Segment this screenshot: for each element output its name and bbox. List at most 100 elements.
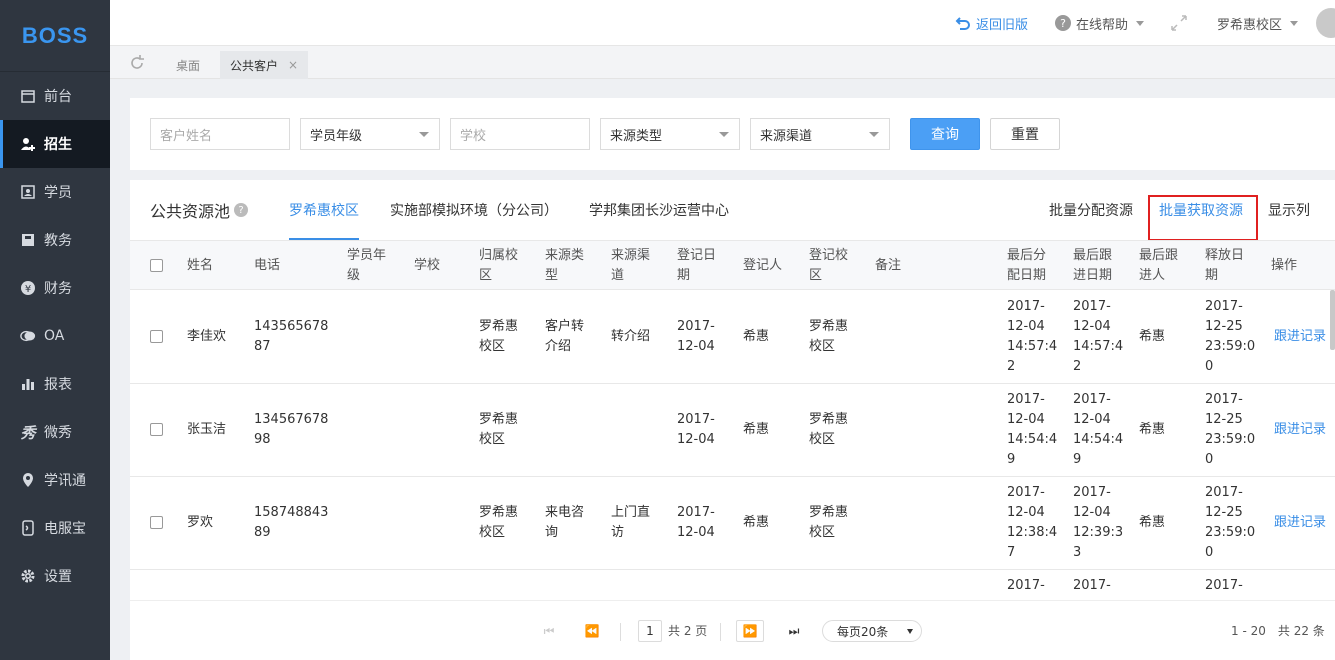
tab-changsha-center[interactable]: 学邦集团长沙运营中心 <box>589 180 729 240</box>
cell-line: 12-04 <box>677 524 715 540</box>
prev-page-icon[interactable]: ⏪ <box>578 620 606 642</box>
sidebar-item-10[interactable]: 设置 <box>0 552 110 600</box>
cell-phone: 143565678 87 <box>254 317 328 357</box>
col-campus-l1: 归属校 <box>479 248 519 263</box>
next-page-icon[interactable]: ⏩ <box>736 620 764 642</box>
source-type-select[interactable]: 来源类型 <box>600 118 740 150</box>
online-help-menu[interactable]: ? 在线帮助 <box>1055 0 1145 46</box>
col-campus-l2: 区 <box>479 268 493 283</box>
show-columns-button[interactable]: 显示列 <box>1268 180 1310 240</box>
cell-line: 14:57:4 <box>1073 338 1124 354</box>
cell-phone: 134567678 98 <box>254 410 328 450</box>
cell-line: 23:59:0 <box>1205 524 1256 540</box>
query-button[interactable]: 查询 <box>910 118 980 150</box>
campus-label: 罗希惠校区 <box>1217 17 1283 33</box>
col-registered-by[interactable]: 登记人 <box>743 256 782 276</box>
reset-button[interactable]: 重置 <box>990 118 1060 150</box>
select-all-checkbox[interactable] <box>150 259 163 272</box>
col-campus[interactable]: 归属校区 <box>479 246 518 286</box>
cell-line: 校区 <box>809 524 836 540</box>
col-register-date[interactable]: 登记日期 <box>677 246 716 286</box>
per-page-select[interactable]: 每页20条 <box>822 620 922 642</box>
col-register-campus[interactable]: 登记校区 <box>809 246 848 286</box>
cell-line: 2017- <box>1073 391 1111 407</box>
row-checkbox[interactable] <box>150 422 163 436</box>
page-input[interactable]: 1 <box>638 620 662 642</box>
cell-campus: 罗希惠 校区 <box>479 410 518 450</box>
source-channel-select[interactable]: 来源渠道 <box>750 118 890 150</box>
col-lfollow-l1: 最后跟 <box>1073 248 1113 263</box>
sidebar-item-4[interactable]: ¥ 财务 <box>0 264 110 312</box>
cell-line: 158748843 <box>254 504 329 520</box>
sidebar-item-1[interactable]: 招生 <box>0 120 110 168</box>
sidebar-item-7[interactable]: 秀微秀 <box>0 408 110 456</box>
sidebar-item-8[interactable]: 学讯通 <box>0 456 110 504</box>
refresh-icon[interactable] <box>128 54 146 72</box>
cell-line: 2017- <box>1205 298 1243 314</box>
cell-lfollower: 希惠 <box>1139 514 1166 530</box>
col-phone[interactable]: 电话 <box>254 256 280 276</box>
col-last-assign[interactable]: 最后分 配日期 <box>1007 246 1046 286</box>
cell-rcampus: 罗希惠 校区 <box>809 410 848 450</box>
tab-public-customers[interactable]: 公共客户 × <box>220 51 309 79</box>
col-name[interactable]: 姓名 <box>187 256 213 276</box>
sidebar-item-6[interactable]: 报表 <box>0 360 110 408</box>
row-checkbox[interactable] <box>150 329 163 343</box>
follow-record-link[interactable]: 跟进记录 <box>1274 513 1326 533</box>
first-page-icon[interactable]: ⏮ <box>535 620 563 642</box>
cell-line: 12-04 <box>1073 504 1111 520</box>
school-input[interactable]: 学校 <box>450 118 590 150</box>
page-tabs: 桌面 公共客户 × <box>110 46 1335 79</box>
back-old-version-link[interactable]: 返回旧版 <box>955 0 1028 46</box>
sidebar-item-3[interactable]: 教务 <box>0 216 110 264</box>
avatar[interactable] <box>1316 8 1335 38</box>
pool-title: 公共资源池 ? <box>150 180 249 240</box>
sidebar-item-label: 财务 <box>44 281 72 297</box>
sidebar-item-2[interactable]: 学员 <box>0 168 110 216</box>
cell-line: 2017- <box>1205 391 1243 407</box>
col-grade[interactable]: 学员年级 <box>347 246 386 286</box>
vertical-scrollbar[interactable] <box>1330 290 1335 350</box>
col-school[interactable]: 学校 <box>414 256 440 276</box>
row-checkbox[interactable] <box>150 515 163 529</box>
tab-public-customers-label: 公共客户 <box>230 58 279 73</box>
cell-line: 2 <box>1073 358 1082 374</box>
close-icon[interactable]: × <box>288 58 298 72</box>
tab-branch-sim[interactable]: 实施部模拟环境（分公司） <box>390 180 558 240</box>
col-source-channel[interactable]: 来源渠道 <box>611 246 650 286</box>
last-page-icon[interactable]: ⏭ <box>780 620 808 642</box>
campus-switcher[interactable]: 罗希惠校区 <box>1217 0 1299 46</box>
sidebar-item-label: OA <box>44 328 65 344</box>
grade-select-label: 学员年级 <box>310 128 363 144</box>
sidebar-item-5[interactable]: OA <box>0 312 110 360</box>
sidebar-item-0[interactable]: 前台 <box>0 72 110 120</box>
batch-fetch-button[interactable]: 批量获取资源 <box>1159 180 1243 240</box>
cell-line: 罗希惠 <box>809 411 849 427</box>
cell-line: 2 <box>1007 358 1016 374</box>
cell-line: 罗希惠 <box>809 504 849 520</box>
help-icon[interactable]: ? <box>234 203 249 217</box>
batch-assign-button[interactable]: 批量分配资源 <box>1049 180 1133 240</box>
cell-line: 0 <box>1205 451 1214 467</box>
col-release-date[interactable]: 释放日期 <box>1205 246 1244 286</box>
customer-name-input[interactable]: 客户姓名 <box>150 118 290 150</box>
col-note[interactable]: 备注 <box>875 256 901 276</box>
fullscreen-icon[interactable] <box>1170 0 1188 46</box>
follow-record-link[interactable]: 跟进记录 <box>1274 420 1326 440</box>
col-last-follow[interactable]: 最后跟 进日期 <box>1073 246 1112 286</box>
cell-line: 7 <box>1007 544 1016 560</box>
cell-line: 12-04 <box>1007 318 1045 334</box>
total-pages: 共 2 页 <box>668 624 708 638</box>
follow-record-link[interactable]: 跟进记录 <box>1274 327 1326 347</box>
tab-desk[interactable]: 桌面 <box>166 51 210 79</box>
col-last-follower[interactable]: 最后跟 进人 <box>1139 246 1178 286</box>
sidebar-item-9[interactable]: 电服宝 <box>0 504 110 552</box>
cell-campus: 罗希惠 校区 <box>479 317 518 357</box>
cell-release: 2017- 12-25 23:59:0 0 <box>1205 483 1255 563</box>
tab-campus-luoxihui[interactable]: 罗希惠校区 <box>289 180 359 240</box>
cell-line: 12:38:4 <box>1007 524 1058 540</box>
chevron-down-icon <box>719 132 729 137</box>
col-source-type[interactable]: 来源类型 <box>545 246 584 286</box>
grade-select[interactable]: 学员年级 <box>300 118 440 150</box>
cell-rdate: 2017- 12-04 <box>677 317 715 357</box>
